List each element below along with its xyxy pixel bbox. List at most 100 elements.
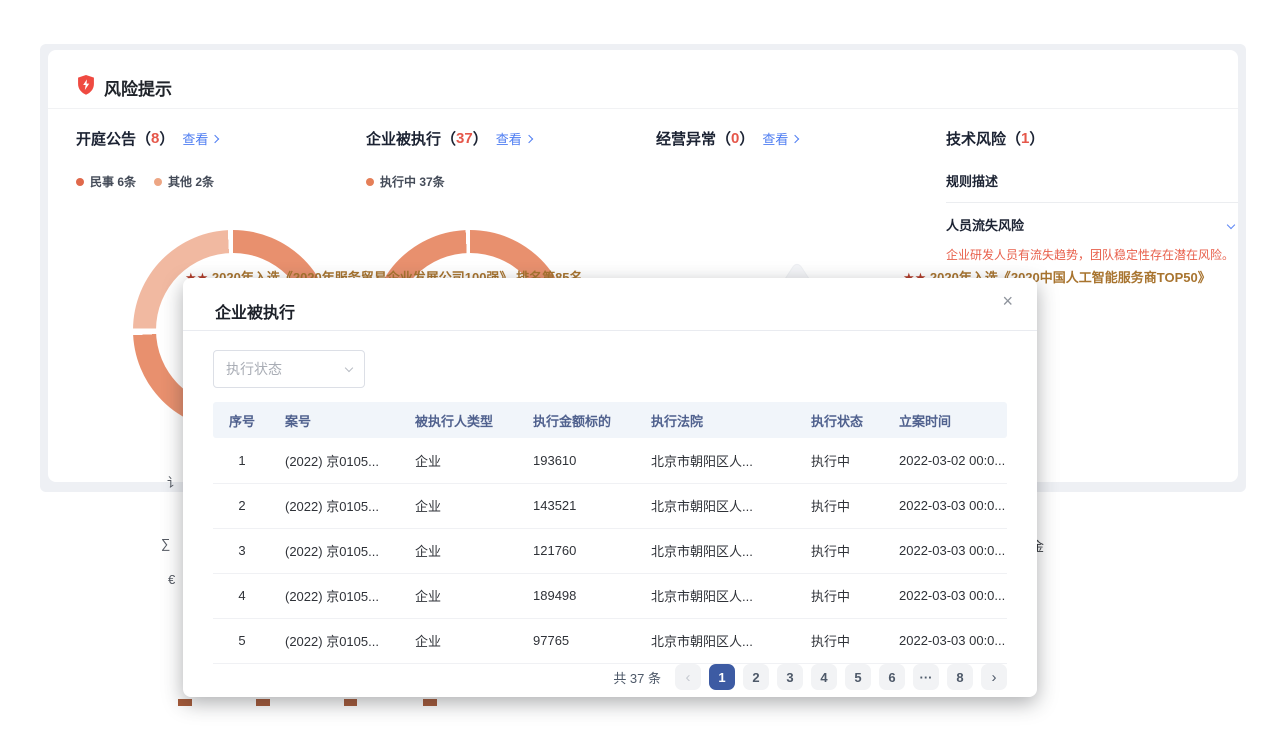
legend-court: 民事 6条 其他 2条 — [76, 173, 356, 190]
shield-bolt-icon — [76, 74, 96, 101]
cell-4: 北京市朝阳区人... — [637, 528, 797, 573]
cell-4: 北京市朝阳区人... — [637, 573, 797, 618]
cell-0: 5 — [213, 618, 271, 663]
column-header-2: 被执行人类型 — [401, 402, 519, 438]
cell-0: 1 — [213, 438, 271, 483]
table-row: 1(2022) 京0105...企业193610北京市朝阳区人...执行中202… — [213, 438, 1007, 483]
cell-4: 北京市朝阳区人... — [637, 438, 797, 483]
cell-6: 2022-03-02 00:0... — [885, 438, 1007, 483]
pagination-page-5[interactable]: 5 — [845, 664, 871, 690]
chevron-down-icon[interactable] — [1227, 220, 1235, 228]
occluded-bar-fragment — [423, 699, 437, 706]
cell-3: 97765 — [519, 618, 637, 663]
cell-1: (2022) 京0105... — [271, 438, 401, 483]
view-link-enforcement[interactable]: 查看 — [496, 129, 532, 148]
cell-5: 执行中 — [797, 618, 885, 663]
cell-6: 2022-03-03 00:0... — [885, 573, 1007, 618]
legend-dot-icon — [154, 178, 162, 186]
occluded-bar-fragment — [344, 699, 357, 706]
execution-status-select[interactable]: 执行状态 — [213, 350, 365, 388]
cell-0: 4 — [213, 573, 271, 618]
chevron-right-icon — [211, 134, 219, 142]
occluded-text-fragment: 讠 — [167, 472, 180, 491]
modal-header-divider — [183, 330, 1037, 331]
section-title-abnormal: 经营异常 （0） 查看 — [656, 128, 936, 149]
table-body: 1(2022) 京0105...企业193610北京市朝阳区人...执行中202… — [213, 438, 1007, 663]
view-link-court[interactable]: 查看 — [182, 129, 218, 148]
cell-0: 3 — [213, 528, 271, 573]
legend-item: 民事 6条 — [76, 173, 136, 190]
occluded-bar-fragment — [256, 699, 270, 706]
cell-5: 执行中 — [797, 573, 885, 618]
pagination-page-2[interactable]: 2 — [743, 664, 769, 690]
occluded-text-fragment: ∑ — [161, 536, 170, 551]
column-header-6: 立案时间 — [885, 402, 1007, 438]
count-badge: 0 — [731, 130, 739, 147]
cell-0: 2 — [213, 483, 271, 528]
count-badge: 8 — [151, 130, 159, 147]
view-link-abnormal[interactable]: 查看 — [762, 129, 798, 148]
total-count-label: 共 37 条 — [613, 668, 661, 687]
chevron-down-icon — [345, 363, 353, 371]
risk-item-row[interactable]: 人员流失风险 — [946, 215, 1238, 234]
table-row: 3(2022) 京0105...企业121760北京市朝阳区人...执行中202… — [213, 528, 1007, 573]
risk-item-title: 人员流失风险 — [946, 215, 1024, 234]
column-header-5: 执行状态 — [797, 402, 885, 438]
cell-2: 企业 — [401, 438, 519, 483]
cell-1: (2022) 京0105... — [271, 573, 401, 618]
count-badge: 1 — [1021, 130, 1029, 147]
select-placeholder: 执行状态 — [226, 359, 282, 379]
pagination-page-1[interactable]: 1 — [709, 664, 735, 690]
column-header-0: 序号 — [213, 402, 271, 438]
column-header-4: 执行法院 — [637, 402, 797, 438]
cell-1: (2022) 京0105... — [271, 528, 401, 573]
pagination: 共 37 条 ‹ 123456 ··· 8 › — [613, 664, 1007, 690]
cell-3: 143521 — [519, 483, 637, 528]
pagination-next[interactable]: › — [981, 664, 1007, 690]
cell-1: (2022) 京0105... — [271, 483, 401, 528]
table-row: 4(2022) 京0105...企业189498北京市朝阳区人...执行中202… — [213, 573, 1007, 618]
chevron-right-icon — [791, 134, 799, 142]
column-header-3: 执行金额标的 — [519, 402, 637, 438]
risk-item-description: 企业研发人员有流失趋势，团队稳定性存在潜在风险。 — [946, 246, 1238, 263]
pagination-page-6[interactable]: 6 — [879, 664, 905, 690]
screen: 风险提示 开庭公告 （8） 查看 民事 6条 其他 2条 企业被执行 （37） … — [0, 0, 1267, 754]
occluded-text-fragment: € — [168, 572, 175, 587]
column-header-1: 案号 — [271, 402, 401, 438]
occluded-bar-fragment — [178, 699, 192, 706]
section-enforcement: 企业被执行 （37） 查看 执行中 37条 — [366, 128, 646, 190]
legend-item: 其他 2条 — [154, 173, 214, 190]
section-tech-risk: 技术风险 （1） 规则描述 人员流失风险 企业研发人员有流失趋势，团队稳定性存在… — [946, 128, 1238, 263]
count-badge: 37 — [456, 130, 473, 147]
enforcement-modal: 企业被执行 × 执行状态 序号案号被执行人类型执行金额标的执行法院执行状态立案时… — [183, 278, 1037, 697]
cell-3: 189498 — [519, 573, 637, 618]
rule-description-label: 规则描述 — [946, 171, 1238, 190]
cell-6: 2022-03-03 00:0... — [885, 618, 1007, 663]
cell-6: 2022-03-03 00:0... — [885, 483, 1007, 528]
cell-5: 执行中 — [797, 438, 885, 483]
cell-1: (2022) 京0105... — [271, 618, 401, 663]
pagination-page-4[interactable]: 4 — [811, 664, 837, 690]
cell-2: 企业 — [401, 573, 519, 618]
pagination-ellipsis[interactable]: ··· — [913, 664, 939, 690]
pagination-prev[interactable]: ‹ — [675, 664, 701, 690]
legend-dot-icon — [366, 178, 374, 186]
legend-dot-icon — [76, 178, 84, 186]
section-title-court: 开庭公告 （8） 查看 — [76, 128, 356, 149]
cell-5: 执行中 — [797, 528, 885, 573]
section-abnormal-operation: 经营异常 （0） 查看 — [656, 128, 936, 149]
pagination-page-3[interactable]: 3 — [777, 664, 803, 690]
pagination-page-8[interactable]: 8 — [947, 664, 973, 690]
section-title-enforcement: 企业被执行 （37） 查看 — [366, 128, 646, 149]
divider — [946, 202, 1238, 203]
panel-title: 风险提示 — [104, 75, 172, 100]
cell-2: 企业 — [401, 528, 519, 573]
cell-2: 企业 — [401, 618, 519, 663]
table-row: 2(2022) 京0105...企业143521北京市朝阳区人...执行中202… — [213, 483, 1007, 528]
close-icon[interactable]: × — [1002, 292, 1013, 310]
modal-title: 企业被执行 — [215, 299, 295, 323]
section-court-announcements: 开庭公告 （8） 查看 民事 6条 其他 2条 — [76, 128, 356, 190]
cell-3: 193610 — [519, 438, 637, 483]
cell-3: 121760 — [519, 528, 637, 573]
legend-item: 执行中 37条 — [366, 173, 445, 190]
